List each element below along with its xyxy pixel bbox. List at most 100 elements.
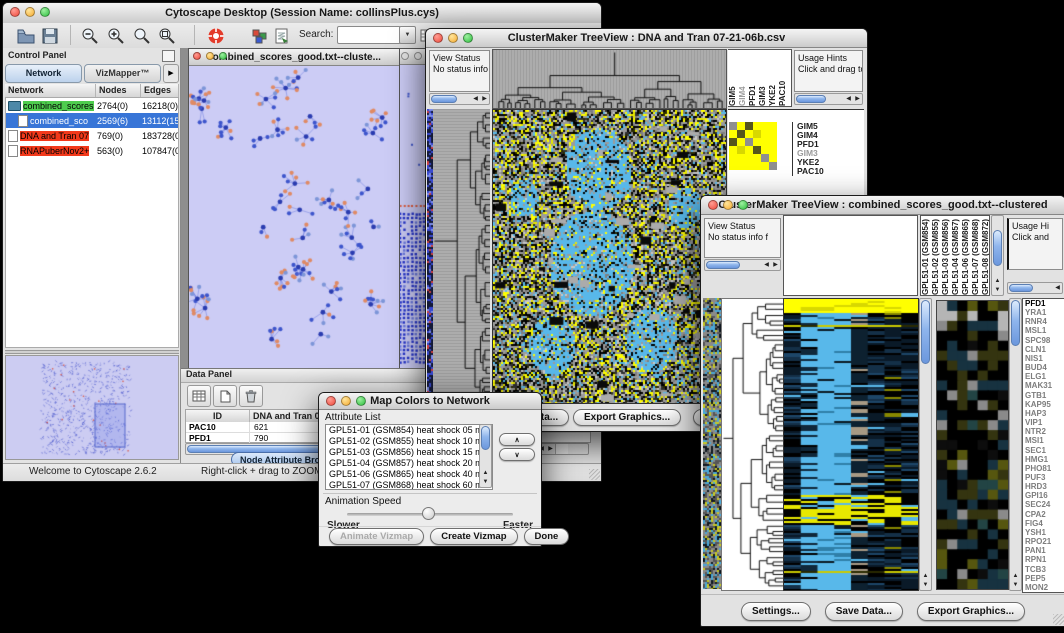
scroll-down-icon[interactable]: ▼ bbox=[992, 285, 1003, 295]
attribute-list[interactable]: GPL51-01 (GSM854) heat shock 05 minGPL51… bbox=[325, 424, 493, 490]
open-file-icon[interactable] bbox=[15, 25, 37, 46]
zoom-button[interactable] bbox=[219, 52, 227, 60]
move-down-button[interactable]: ∨ bbox=[499, 448, 535, 461]
new-attribute-icon[interactable] bbox=[213, 385, 237, 407]
panel-splitter[interactable] bbox=[5, 350, 179, 354]
zoom-fit-icon[interactable] bbox=[156, 25, 178, 46]
float-panel-icon[interactable] bbox=[162, 50, 175, 62]
create-vizmap-button[interactable]: Create Vizmap bbox=[430, 528, 517, 545]
scrollbar-thumb[interactable] bbox=[1009, 284, 1033, 292]
scrollbar-thumb[interactable] bbox=[706, 261, 740, 269]
zoom-button[interactable] bbox=[463, 33, 473, 43]
scroll-left-icon[interactable]: ◀ bbox=[762, 260, 771, 270]
attribute-list-item[interactable]: GPL51-03 (GSM856) heat shock 15 min bbox=[326, 447, 492, 458]
column-header-network[interactable]: Network bbox=[5, 84, 96, 97]
scroll-right-icon[interactable]: ▶ bbox=[771, 260, 780, 270]
zoom-submatrix[interactable] bbox=[729, 122, 777, 170]
minimize-button[interactable] bbox=[723, 200, 733, 210]
heatmap-canvas[interactable] bbox=[783, 298, 919, 591]
global-overview-strip-canvas[interactable] bbox=[703, 298, 721, 589]
delete-attribute-trash-icon[interactable] bbox=[239, 385, 263, 407]
scrollbar-thumb[interactable] bbox=[431, 95, 457, 103]
heatmap-vscrollbar[interactable]: ▲ ▼ bbox=[919, 298, 932, 591]
scroll-left-icon[interactable]: ◀ bbox=[471, 94, 480, 104]
tab-overflow-arrow[interactable]: ▶ bbox=[163, 64, 179, 83]
attribute-list-item[interactable]: GPL51-01 (GSM854) heat shock 05 min bbox=[326, 425, 492, 436]
attribute-table-icon[interactable] bbox=[187, 385, 211, 407]
speed-slider-thumb[interactable] bbox=[422, 507, 435, 520]
close-button[interactable] bbox=[708, 200, 718, 210]
resize-grip[interactable] bbox=[589, 469, 600, 480]
minimize-button[interactable] bbox=[206, 52, 214, 60]
search-dropdown-icon[interactable]: ▼ bbox=[399, 26, 416, 44]
scrollbar-thumb[interactable] bbox=[1011, 300, 1020, 346]
row-dendrogram-canvas[interactable] bbox=[433, 109, 490, 404]
export-graphics--button[interactable]: Export Graphics... bbox=[917, 602, 1025, 621]
column-labels-vscrollbar[interactable]: ▲ ▼ bbox=[991, 215, 1004, 296]
view-status-hscrollbar[interactable]: ◀ ▶ bbox=[704, 259, 781, 271]
attribute-list-item[interactable]: GPL51-04 (GSM857) heat shock 20 min bbox=[326, 458, 492, 469]
network-overview-canvas[interactable] bbox=[5, 355, 179, 460]
zoom-button[interactable] bbox=[40, 7, 50, 17]
export-graphics--button[interactable]: Export Graphics... bbox=[573, 409, 681, 426]
scroll-right-icon[interactable]: ▶ bbox=[480, 94, 489, 104]
scrollbar-thumb[interactable] bbox=[993, 230, 1002, 266]
settings--button[interactable]: Settings... bbox=[741, 602, 811, 621]
save-icon[interactable] bbox=[39, 25, 61, 46]
move-up-button[interactable]: ∧ bbox=[499, 433, 535, 446]
attribute-list-vscrollbar[interactable]: ▲ ▼ bbox=[479, 424, 492, 488]
usage-hints-hscrollbar[interactable]: ◀ ▶ bbox=[794, 93, 863, 105]
column-dendrogram-area[interactable] bbox=[783, 215, 918, 296]
annotation-icon[interactable] bbox=[271, 25, 293, 46]
close-button[interactable] bbox=[10, 7, 20, 17]
zoom-button[interactable] bbox=[738, 200, 748, 210]
zoom-out-icon[interactable] bbox=[79, 25, 101, 46]
attribute-list-item[interactable]: GPL51-07 (GSM868) heat shock 60 min bbox=[326, 480, 492, 490]
usage-hints-hscrollbar[interactable]: ◀ bbox=[1007, 282, 1063, 294]
network-tree-row[interactable]: DNA and Tran 07769(0)183728(0) bbox=[6, 128, 178, 143]
network-tree-row[interactable]: combined_scores2764(0)16218(0) bbox=[6, 98, 178, 113]
heatmap-canvas[interactable] bbox=[492, 109, 727, 404]
attribute-list-item[interactable]: GPL51-06 (GSM865) heat shock 40 min bbox=[326, 469, 492, 480]
dialog-titlebar[interactable]: Map Colors to Network bbox=[319, 393, 541, 410]
zoom-selected-icon[interactable] bbox=[131, 25, 153, 46]
search-input[interactable] bbox=[337, 26, 401, 44]
treeview1-titlebar[interactable]: ClusterMaker TreeView : DNA and Tran 07-… bbox=[426, 29, 867, 48]
network-tree-row[interactable]: RNAPuberNov2+563(0)107847(0) bbox=[6, 143, 178, 158]
treeview2-gene-list[interactable]: PFD1YRA1RNR4MSL1SPC98CLN1NIS1BUD4ELG1MAK… bbox=[1022, 298, 1064, 593]
save-data--button[interactable]: Save Data... bbox=[825, 602, 903, 621]
data-column-id[interactable]: ID bbox=[186, 410, 250, 422]
row-dendrogram-canvas[interactable] bbox=[721, 298, 783, 591]
scroll-left-icon[interactable]: ◀ bbox=[1053, 283, 1062, 293]
network-frame1-titlebar[interactable]: combined_scores_good.txt--cluste... bbox=[189, 49, 399, 66]
scrollbar-thumb[interactable] bbox=[481, 426, 490, 450]
treeview2-titlebar[interactable]: ClusterMaker TreeView : combined_scores_… bbox=[701, 196, 1064, 215]
network-tree-row[interactable]: combined_sco2569(6)13112(15) bbox=[6, 113, 178, 128]
minimize-button[interactable] bbox=[341, 396, 351, 406]
column-dendrogram-canvas[interactable] bbox=[492, 49, 727, 109]
close-button[interactable] bbox=[326, 396, 336, 406]
minimize-button[interactable] bbox=[448, 33, 458, 43]
scroll-left-icon[interactable]: ◀ bbox=[844, 94, 853, 104]
network-view1-canvas[interactable] bbox=[189, 66, 397, 368]
minimize-button[interactable] bbox=[414, 52, 422, 60]
attribute-list-item[interactable]: GPL51-02 (GSM855) heat shock 10 min bbox=[326, 436, 492, 447]
zoom-button[interactable] bbox=[356, 396, 366, 406]
network-frame-1[interactable]: combined_scores_good.txt--cluste... bbox=[188, 48, 400, 370]
done-button[interactable]: Done bbox=[524, 528, 570, 545]
zoom-heatmap-canvas[interactable] bbox=[936, 300, 1009, 590]
column-header-edges[interactable]: Edges bbox=[141, 84, 179, 97]
scrollbar-thumb[interactable] bbox=[796, 95, 826, 103]
scroll-down-icon[interactable]: ▼ bbox=[1010, 580, 1021, 590]
column-header-nodes[interactable]: Nodes bbox=[96, 84, 141, 97]
scroll-right-icon[interactable]: ▶ bbox=[853, 94, 862, 104]
vizmap-icon[interactable] bbox=[249, 25, 271, 46]
scrollbar-thumb[interactable] bbox=[921, 300, 930, 364]
view-status-hscrollbar[interactable]: ◀ ▶ bbox=[429, 93, 490, 105]
tab-network[interactable]: Network bbox=[5, 64, 82, 83]
scroll-down-icon[interactable]: ▼ bbox=[480, 477, 491, 487]
resize-grip[interactable] bbox=[1053, 614, 1064, 625]
zoom-in-icon[interactable] bbox=[105, 25, 127, 46]
close-button[interactable] bbox=[433, 33, 443, 43]
tab-vizmapper[interactable]: VizMapper™ bbox=[84, 64, 161, 83]
